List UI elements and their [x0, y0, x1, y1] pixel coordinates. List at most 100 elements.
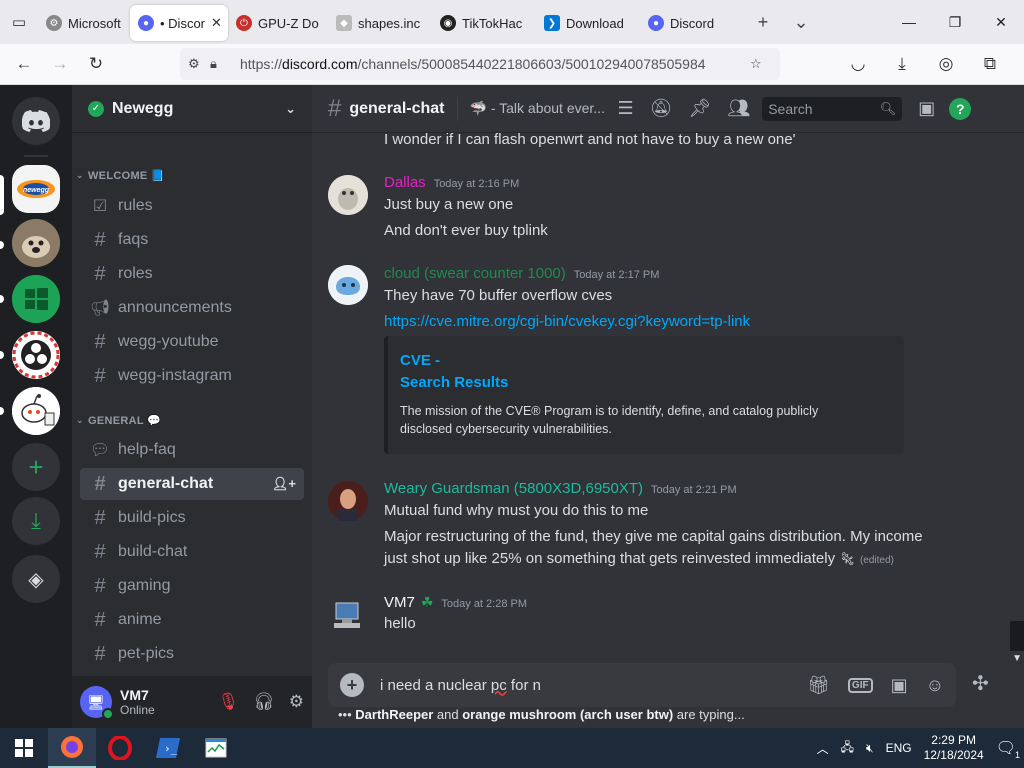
embed-title[interactable]: Search Results: [400, 372, 892, 394]
notification-muted-icon[interactable]: 🔕︎: [650, 98, 673, 119]
discord-home-icon[interactable]: [12, 97, 60, 145]
channel-topic[interactable]: 🦈 - Talk about ever...: [470, 100, 610, 117]
maximize-icon[interactable]: ❐: [932, 0, 978, 44]
message-author[interactable]: Weary Guardsman (5800X3D,6950XT): [384, 480, 643, 497]
channel-gaming[interactable]: # gaming: [80, 570, 304, 602]
windows-start-icon[interactable]: [0, 728, 48, 768]
url-bar[interactable]: ⚙ 🔒︎ https://discord.com/channels/500085…: [180, 48, 780, 80]
add-server-icon[interactable]: +: [12, 443, 60, 491]
network-icon[interactable]: 🖧︎: [841, 738, 854, 759]
dog-server-icon[interactable]: [12, 219, 60, 267]
channel-wegg-youtube[interactable]: # wegg-youtube: [80, 326, 304, 358]
headphones-icon[interactable]: 🎧︎: [253, 692, 275, 712]
extensions-icon[interactable]: ⧉: [972, 46, 1008, 82]
channel-anime[interactable]: # anime: [80, 604, 304, 636]
settings-gear-icon[interactable]: ⚙: [289, 692, 304, 712]
inbox-icon[interactable]: ▣: [918, 98, 935, 119]
obs-server-icon[interactable]: [12, 331, 60, 379]
server-header[interactable]: ✓ Newegg ⌄: [72, 85, 312, 133]
task-manager-icon[interactable]: [192, 728, 240, 768]
avatar[interactable]: [328, 595, 368, 635]
notification-center-icon[interactable]: 🗨︎ 1: [996, 738, 1020, 760]
channel-wegg-instagram[interactable]: # wegg-instagram: [80, 360, 304, 392]
embed-title[interactable]: CVE -: [400, 350, 892, 372]
scroll-down-icon[interactable]: ▼: [1012, 653, 1022, 664]
channel-rules[interactable]: ☑ rules: [80, 190, 304, 222]
avatar[interactable]: [328, 265, 368, 305]
bookmark-star-icon[interactable]: ☆: [750, 56, 772, 72]
reddit-server-icon[interactable]: [12, 387, 60, 435]
opera-icon[interactable]: [96, 728, 144, 768]
message-author[interactable]: Dallas: [384, 174, 426, 191]
tray-expand-icon[interactable]: ︿: [817, 740, 829, 757]
download-apps-icon[interactable]: ⤓: [12, 497, 60, 545]
clock[interactable]: 2:29 PM 12/18/2024: [924, 733, 984, 763]
chevron-down-icon[interactable]: ⌄: [285, 101, 296, 117]
tab-list-icon[interactable]: ▭: [0, 0, 38, 44]
pocket-icon[interactable]: ◡: [840, 46, 876, 82]
chevron-down-icon[interactable]: ⌄: [782, 0, 820, 44]
message-link[interactable]: https://cve.mitre.org/cgi-bin/cvekey.cgi…: [384, 311, 750, 333]
newegg-server-icon[interactable]: newegg: [12, 165, 60, 213]
tab-github[interactable]: ◉ TikTokHac: [432, 5, 536, 41]
account-icon[interactable]: ◎: [928, 46, 964, 82]
tab-shapes[interactable]: ◆ shapes.inc: [328, 5, 432, 41]
help-icon[interactable]: ?: [949, 97, 972, 120]
emoji-picker-icon[interactable]: ☺: [926, 675, 944, 696]
channel-announcements[interactable]: 📢︎ announcements: [80, 292, 304, 324]
powershell-icon[interactable]: ›_: [144, 728, 192, 768]
channel-build-chat[interactable]: # build-chat: [80, 536, 304, 568]
channel-pet-pics[interactable]: # pet-pics: [80, 638, 304, 670]
channel-faqs[interactable]: # faqs: [80, 224, 304, 256]
mic-muted-icon[interactable]: 🎙︎: [218, 692, 240, 712]
link-embed: CVE - Search Results The mission of the …: [384, 336, 904, 454]
category-general[interactable]: ⌄ GENERAL 💬: [76, 414, 161, 427]
avatar[interactable]: [328, 481, 368, 521]
message-input[interactable]: i need a nuclear pc for n: [380, 677, 541, 694]
avatar[interactable]: [328, 175, 368, 215]
tab-gpuz[interactable]: ⏻ GPU-Z Do: [228, 5, 328, 41]
reload-icon[interactable]: ↻: [78, 46, 114, 82]
discover-icon[interactable]: ◈: [12, 555, 60, 603]
tab-microsoft[interactable]: ⚙ Microsoft: [38, 5, 130, 41]
message-author[interactable]: cloud (swear counter 1000): [384, 265, 566, 282]
firefox-icon[interactable]: [48, 728, 96, 768]
new-tab-icon[interactable]: +: [744, 0, 782, 44]
category-welcome[interactable]: ⌄ WELCOME 📘: [76, 169, 165, 182]
create-invite-icon[interactable]: 👤︎+: [272, 476, 296, 492]
close-window-icon[interactable]: ✕: [978, 0, 1024, 44]
menu-icon[interactable]: ≡: [1016, 46, 1024, 82]
tab-discord[interactable]: ● Discord: [640, 5, 744, 41]
search-input[interactable]: Search 🔍︎: [762, 96, 903, 121]
back-icon[interactable]: ←: [6, 46, 42, 82]
volume-muted-icon[interactable]: 🔇︎: [866, 741, 874, 756]
scrollbar-thumb[interactable]: [1010, 621, 1024, 651]
tab-download[interactable]: ❯ Download: [536, 5, 640, 41]
downloads-icon[interactable]: ⤓: [884, 46, 920, 82]
channel-help-faq[interactable]: 💬︎ help-faq: [80, 434, 304, 466]
threads-icon[interactable]: ☰: [618, 98, 634, 119]
tab-discord-active[interactable]: ● • Discor ✕: [130, 5, 228, 41]
channel-roles[interactable]: # roles: [80, 258, 304, 290]
site-info-icon[interactable]: ⚙: [188, 56, 210, 72]
channel-general-chat[interactable]: # general-chat 👤︎+: [80, 468, 304, 500]
channel-build-pics[interactable]: # build-pics: [80, 502, 304, 534]
user-names[interactable]: VM7 Online: [120, 687, 155, 717]
gift-icon[interactable]: 🎁︎: [807, 675, 830, 696]
close-tab-icon[interactable]: ✕: [211, 15, 222, 31]
pinned-messages-icon[interactable]: 📌︎: [689, 98, 712, 119]
avatar[interactable]: 🖥︎: [80, 686, 114, 720]
windows-server-icon[interactable]: [12, 275, 60, 323]
forward-icon[interactable]: →: [42, 46, 78, 82]
sticker-icon[interactable]: ▣: [891, 675, 908, 696]
member-list-icon[interactable]: 👥︎: [727, 98, 750, 119]
gif-button[interactable]: GIF: [847, 677, 873, 693]
message-author[interactable]: VM7: [384, 594, 415, 611]
apps-icon[interactable]: ✣: [972, 671, 989, 696]
message-composer[interactable]: + i need a nuclear pc for n 🎁︎ GIF ▣ ☺: [328, 663, 956, 707]
lock-icon[interactable]: 🔒︎: [210, 56, 232, 72]
language-indicator[interactable]: ENG: [886, 741, 912, 755]
minimize-icon[interactable]: —: [886, 0, 932, 44]
url-text[interactable]: https://discord.com/channels/50008544022…: [240, 56, 750, 72]
attach-plus-icon[interactable]: +: [340, 673, 364, 697]
